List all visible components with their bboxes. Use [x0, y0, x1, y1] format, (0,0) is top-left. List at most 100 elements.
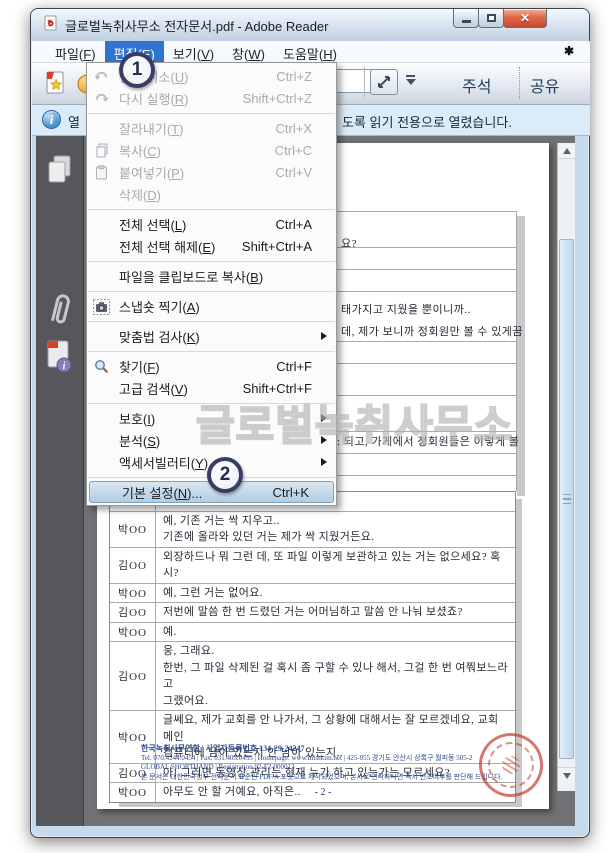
menubar-asterisk-icon[interactable]: ✱ [564, 44, 574, 58]
menu-separator [87, 399, 336, 407]
menubar-item-v[interactable]: 보기(V) [164, 41, 223, 62]
menu-item-18[interactable]: 고급 검색(V) Shift+Ctrl+F [87, 377, 336, 399]
toolbar-overflow-chevron[interactable] [405, 75, 416, 85]
table-row: 박OO 예, 그런 거는 없어요. [110, 583, 515, 603]
menu-item-label: 파일을 클립보드로 복사(B) [119, 269, 264, 285]
navigation-sidebar: i [36, 136, 84, 826]
dialogue-line: 예, 기존 거는 싹 지우고.. [163, 514, 280, 527]
menu-item-shortcut: Ctrl+X [275, 120, 312, 136]
menu-item-label: 붙여넣기(P) [119, 165, 185, 181]
close-button[interactable]: ✕ [503, 9, 547, 28]
window-title: 글로벌녹취사무소 전자문서.pdf - Adobe Reader [65, 18, 329, 34]
table-row: 김OO 저번에 말씀 한 번 드렸던 거는 어머님하고 말씀 안 나눠 보셨죠? [110, 603, 515, 623]
occluded-table-text-fragment: 데, 제가 보니까 정회원만 볼 수 있게끔 [341, 326, 524, 338]
restore-button[interactable] [478, 9, 504, 28]
table-row: 김OO 웅, 그래요. 한번, 그 파일 삭제된 걸 혹시 좀 구할 수 있나 해서… [110, 642, 515, 711]
menu-item-label: 맞춤법 검사(K) [119, 329, 200, 345]
standards-icon[interactable]: i [44, 339, 74, 380]
submenu-arrow-icon [321, 436, 327, 444]
scroll-up-button[interactable] [558, 143, 575, 159]
submenu-arrow-icon [321, 332, 327, 340]
menu-item-shortcut: Shift+Ctrl+Z [242, 90, 312, 106]
toolbar-dotted-divider [519, 67, 520, 99]
thumb-grip [562, 502, 571, 505]
menu-item-shortcut: Ctrl+C [274, 142, 312, 158]
toolbar-divider [364, 67, 365, 97]
occluded-table-text-fragment: 태가지고 지웠을 뿐이니까.. [341, 304, 471, 316]
dialogue-line: 저번에 말씀 한 번 드렸던 거는 어머님하고 말씀 안 나눠 보셨죠? [163, 606, 463, 618]
menu-item-4: 복사(C) Ctrl+C [87, 139, 336, 161]
menu-item-13[interactable]: 스냅숏 찍기(A) [87, 295, 336, 317]
scrollbar-thumb[interactable] [559, 239, 574, 759]
vertical-scrollbar[interactable] [557, 143, 575, 791]
table-row: 박OO 예, 기존 거는 싹 지우고.. 기존에 올라와 있던 거는 제가 싹 지웠… [110, 511, 515, 548]
comment-button[interactable]: 주석 [462, 73, 491, 97]
titlebar[interactable]: 글로벌녹취사무소 전자문서.pdf - Adobe Reader ✕ [31, 9, 589, 41]
menu-item-shortcut: Ctrl+A [275, 216, 312, 232]
page-thumbnails-icon[interactable] [46, 154, 74, 191]
table-shadow [517, 216, 525, 496]
attachments-icon[interactable] [46, 291, 74, 336]
dialogue-cell: 저번에 말씀 한 번 드렸던 거는 어머님하고 말씀 안 나눠 보셨죠? [156, 603, 515, 622]
share-button[interactable]: 공유 [530, 73, 559, 97]
menu-separator [87, 109, 336, 117]
menu-item-label: 다시 실행(R) [119, 91, 189, 107]
footer-contact-line: Tel. 070.4244.0454 | Fax. 031.403.0455 |… [141, 753, 473, 762]
dialogue-cell: 예, 기존 거는 싹 지우고.. 기존에 올라와 있던 거는 제가 싹 지웠거든요… [156, 512, 515, 547]
menubar-items: 파일(F)편집(E)보기(V)창(W)도움말(H) [46, 41, 346, 62]
diagonal-arrows-icon [378, 76, 390, 88]
menubar-item-f[interactable]: 파일(F) [46, 41, 105, 62]
dialogue-cell: 웅, 그래요. 한번, 그 파일 삭제된 걸 혹시 좀 구할 수 있나 해서, 그… [156, 642, 515, 710]
occluded-table-text-fragment: : 되고, 가게에서 정회원들은 이렇게 볼 [337, 436, 520, 448]
document-footer: 한국녹취사무연합 | 사업자등록번호 134-29-24247 Tel. 070… [141, 744, 502, 782]
menu-item-shortcut: Ctrl+Z [276, 68, 312, 84]
menu-item-17[interactable]: 찾기(F) Ctrl+F [87, 355, 336, 377]
chevron-bar [406, 75, 415, 77]
menu-item-label: 고급 검색(V) [119, 381, 188, 397]
dialogue-cell: 외장하드나 뭐 그런 데, 또 파일 이렇게 보관하고 있는 거는 없으세요? … [156, 548, 515, 583]
menu-item-20[interactable]: 보호(I) [87, 407, 336, 429]
callout-step-1: 1 [119, 52, 155, 88]
menu-item-label: 잘라내기(T) [119, 121, 184, 137]
fit-width-button[interactable] [370, 69, 398, 95]
info-icon: i [42, 110, 61, 129]
menu-item-label: 찾기(F) [119, 359, 160, 375]
copy-icon [93, 142, 110, 159]
menu-separator [87, 257, 336, 265]
restore-icon [486, 14, 496, 22]
menu-item-shortcut: Shift+Ctrl+A [241, 238, 312, 254]
footer-registration-line: GLOBAL SHORTHAND | Registration 92-F2-00… [141, 763, 295, 771]
menu-item-8[interactable]: 전체 선택(L) Ctrl+A [87, 213, 336, 235]
speaker-cell: 박OO [110, 511, 156, 547]
scroll-down-button[interactable] [558, 767, 575, 783]
menubar-item-w[interactable]: 창(W) [223, 41, 274, 62]
snapshot-icon [93, 298, 110, 315]
minimize-button[interactable] [453, 9, 479, 28]
page-number: - 2 - [314, 787, 332, 798]
menu-item-label: 전체 선택(L) [119, 217, 187, 233]
menubar-item-h[interactable]: 도움말(H) [274, 41, 346, 62]
dialogue-line: 그랬어요. [163, 694, 209, 707]
table-row: 박OO 예. [110, 622, 515, 642]
menu-item-15[interactable]: 맞춤법 검사(K) [87, 325, 336, 347]
dialogue-line: 웅, 그래요. [163, 645, 215, 657]
menu-item-11[interactable]: 파일을 클립보드로 복사(B) [87, 265, 336, 287]
create-pdf-button[interactable] [42, 70, 68, 102]
paste-icon [93, 164, 110, 181]
minimize-icon [461, 20, 471, 23]
dialogue-cell: 예. [156, 623, 515, 642]
menu-item-9[interactable]: 전체 선택 해제(E) Shift+Ctrl+A [87, 235, 336, 257]
chevron-down-icon [405, 79, 416, 85]
dialogue-line: 글쎄요, 제가 교회를 안 나가서, 그 상황에 대해서는 잘 모르겠네요, 교… [163, 714, 499, 743]
menu-item-shortcut: Ctrl+K [272, 484, 309, 500]
menu-item-6: 삭제(D) [87, 183, 336, 205]
speaker-cell: 김OO [110, 603, 156, 622]
menu-item-21[interactable]: 분석(S) [87, 429, 336, 451]
dialogue-line: 외장하드나 뭐 그런 데, 또 파일 이렇게 보관하고 있는 거는 없으세요? … [163, 550, 501, 580]
edit-menu-dropdown: 실행 취소(U)Ctrl+Z다시 실행(R)Shift+Ctrl+Z잘라내기(T… [86, 62, 337, 506]
dialogue-line: 예. [163, 625, 177, 638]
menu-separator [87, 317, 336, 325]
dialogue-line: 예, 그런 거는 없어요. [163, 586, 263, 599]
table-row: 김OO 외장하드나 뭐 그런 데, 또 파일 이렇게 보관하고 있는 거는 없으세… [110, 547, 515, 584]
menubar: 파일(F)편집(E)보기(V)창(W)도움말(H) ✱ [32, 41, 590, 63]
